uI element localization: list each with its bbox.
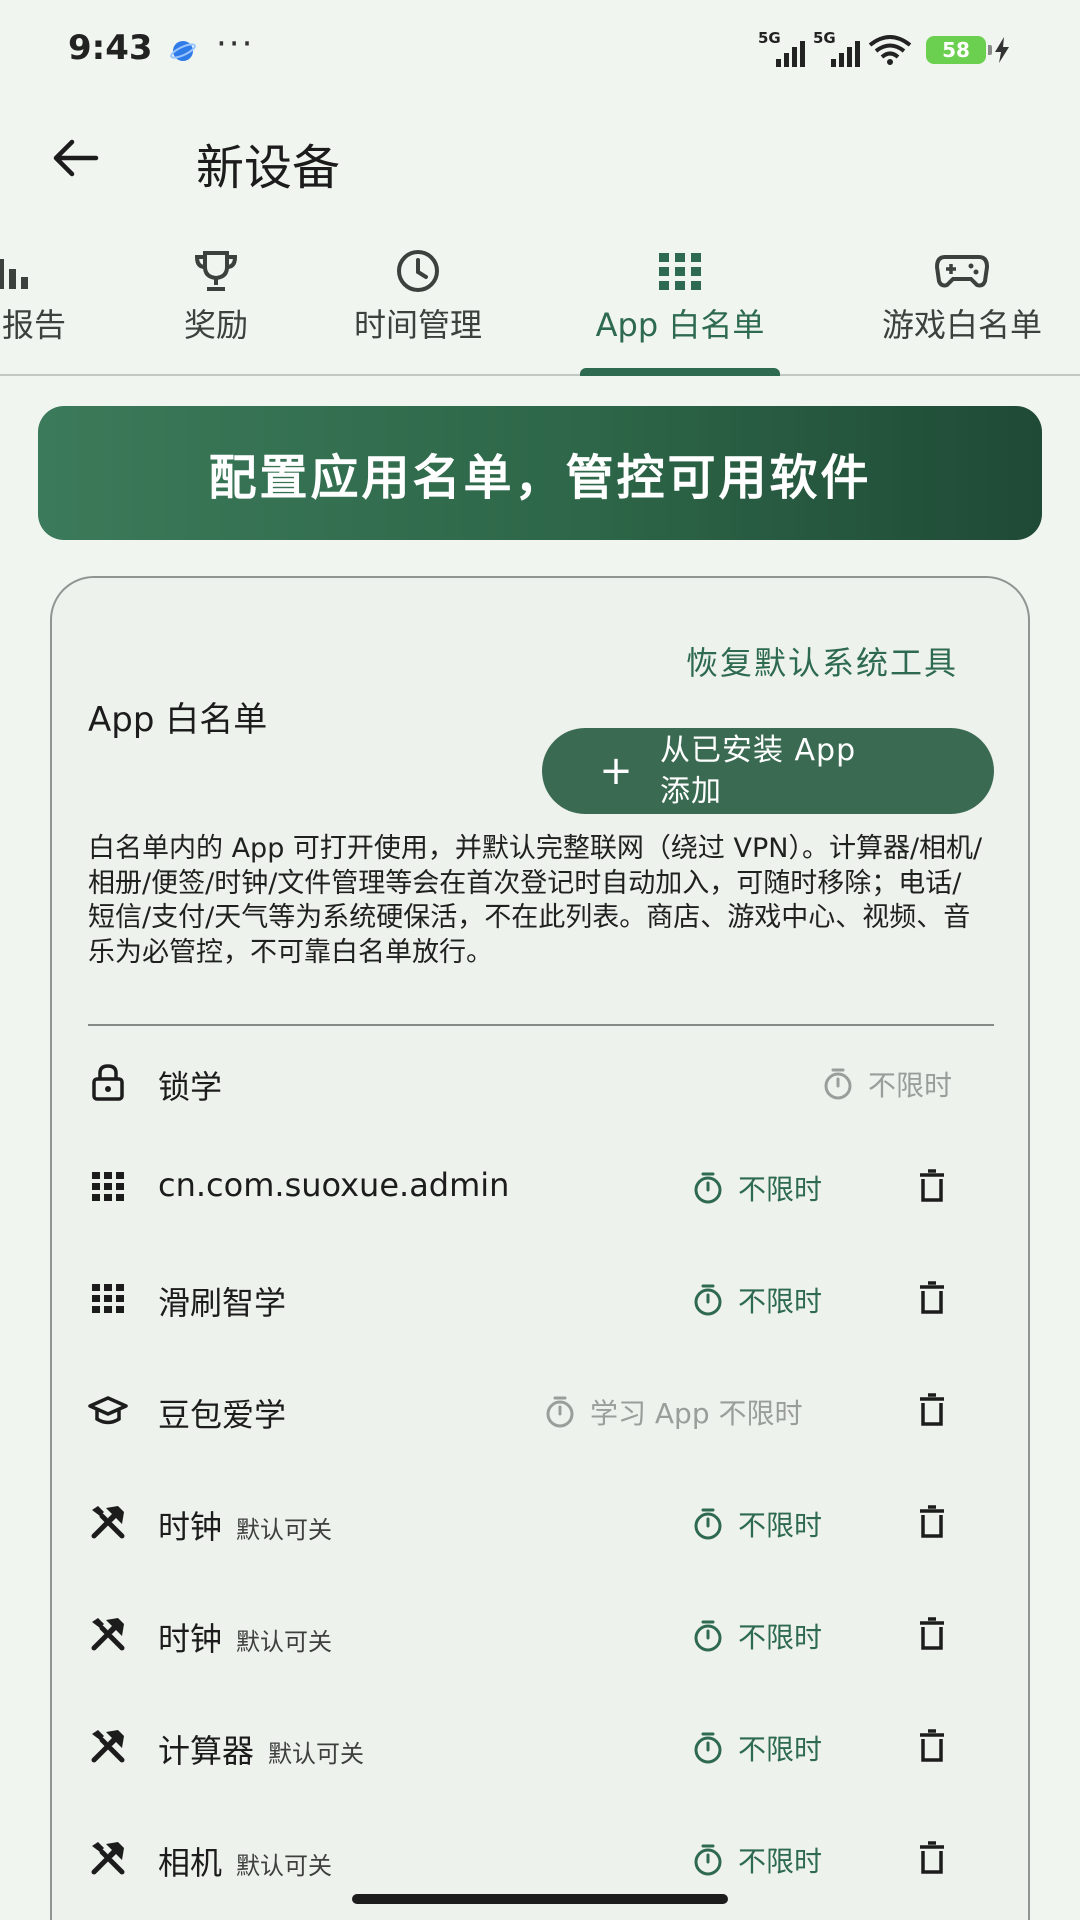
app-tag: 默认可关 xyxy=(236,1628,333,1656)
bar-chart-icon xyxy=(0,248,48,294)
page-title: 新设备 xyxy=(196,140,341,196)
app-tag: 默认可关 xyxy=(236,1852,333,1880)
whitelist-card: 恢复默认系统工具 App 白名单 + 从已安装 App 添加 白名单内的 App… xyxy=(50,576,1030,1920)
app-name: 滑刷智学 xyxy=(158,1284,287,1322)
timer-icon xyxy=(694,1172,722,1204)
app-tag: 默认可关 xyxy=(268,1740,365,1768)
trash-icon xyxy=(920,1281,944,1314)
trash-icon xyxy=(920,1505,944,1538)
delete-button[interactable] xyxy=(912,1276,952,1320)
wifi-icon xyxy=(868,35,912,65)
app-name: 计算器 默认可关 xyxy=(158,1732,365,1770)
timer-icon xyxy=(694,1732,722,1764)
grid-icon xyxy=(650,248,710,294)
tools-icon xyxy=(91,1842,125,1875)
timer-icon xyxy=(824,1068,852,1100)
list-item: 计算器 默认可关 不限时 xyxy=(52,1690,1032,1802)
tools-icon xyxy=(91,1730,125,1763)
delete-button[interactable] xyxy=(912,1388,952,1432)
trash-icon xyxy=(920,1617,944,1650)
gamepad-icon xyxy=(932,248,992,294)
time-limit[interactable]: 不限时 xyxy=(692,1504,822,1544)
tab-bar: 月报告 奖励 时间管理 App 白名单 游戏白名单 xyxy=(0,240,1080,376)
grid-icon xyxy=(92,1172,124,1201)
timer-icon xyxy=(546,1396,574,1428)
app-name: 时钟 默认可关 xyxy=(158,1508,333,1546)
status-indicators: 5G 5G 58 xyxy=(758,29,1010,70)
arrow-left-icon xyxy=(53,139,99,177)
status-bar: 9:43 ··· 5G 5G 58 xyxy=(0,0,1080,100)
tools-icon xyxy=(91,1618,125,1651)
list-item: 时钟 默认可关 不限时 xyxy=(52,1466,1032,1578)
lock-icon xyxy=(92,1064,124,1101)
timer-icon xyxy=(694,1284,722,1316)
time-limit[interactable]: 不限时 xyxy=(692,1728,822,1768)
promo-banner: 配置应用名单，管控可用软件 xyxy=(38,406,1042,540)
trophy-icon xyxy=(186,248,246,294)
tab-time-management[interactable]: 时间管理 xyxy=(330,240,506,376)
time-limit[interactable]: 不限时 xyxy=(692,1168,822,1208)
more-notifications-icon: ··· xyxy=(216,24,255,64)
tab-monthly-report[interactable]: 月报告 xyxy=(0,240,108,376)
whitelist-description: 白名单内的 App 可打开使用，并默认完整联网（绕过 VPN）。计算器/相机/相… xyxy=(88,833,983,968)
time-limit[interactable]: 不限时 xyxy=(822,1064,952,1104)
time-limit[interactable]: 不限时 xyxy=(692,1280,822,1320)
trash-icon xyxy=(920,1169,944,1202)
delete-button[interactable] xyxy=(912,1500,952,1544)
list-item: cn.com.suoxue.admin 不限时 xyxy=(52,1130,1032,1242)
tab-rewards[interactable]: 奖励 xyxy=(146,240,286,376)
status-time: 9:43 xyxy=(68,28,153,68)
app-name: 时钟 默认可关 xyxy=(158,1620,333,1658)
time-limit[interactable]: 不限时 xyxy=(692,1616,822,1656)
clock-icon xyxy=(388,248,448,294)
time-limit[interactable]: 不限时 xyxy=(692,1840,822,1880)
home-indicator[interactable] xyxy=(352,1894,728,1904)
delete-button[interactable] xyxy=(912,1612,952,1656)
back-button[interactable] xyxy=(48,130,104,186)
delete-button[interactable] xyxy=(912,1724,952,1768)
timer-icon xyxy=(694,1620,722,1652)
delete-button[interactable] xyxy=(912,1164,952,1208)
battery-indicator: 58 xyxy=(926,36,992,64)
grid-icon xyxy=(92,1284,124,1313)
list-item: 豆包爱学 学习 App 不限时 xyxy=(52,1354,1032,1466)
app-name: 相机 默认可关 xyxy=(158,1844,333,1882)
restore-default-tools-button[interactable]: 恢复默认系统工具 xyxy=(686,638,958,684)
app-name: 锁学 xyxy=(158,1068,223,1106)
add-from-installed-button[interactable]: + 从已安装 App 添加 xyxy=(542,728,994,814)
list-item: 滑刷智学 不限时 xyxy=(52,1242,1032,1354)
card-title: App 白名单 xyxy=(88,700,268,740)
trash-icon xyxy=(920,1729,944,1762)
app-name: 豆包爱学 xyxy=(158,1396,287,1434)
trash-icon xyxy=(920,1841,944,1874)
graduation-cap-icon xyxy=(88,1396,128,1425)
tools-icon xyxy=(91,1506,125,1539)
list-item: 时钟 默认可关 不限时 xyxy=(52,1578,1032,1690)
add-button-label: 从已安装 App 添加 xyxy=(660,733,857,809)
signal-icon: 5G xyxy=(758,29,805,67)
tab-game-whitelist[interactable]: 游戏白名单 xyxy=(862,240,1062,376)
app-name: cn.com.suoxue.admin xyxy=(158,1166,510,1204)
tab-app-whitelist[interactable]: App 白名单 xyxy=(572,240,788,376)
time-limit[interactable]: 学习 App 不限时 xyxy=(544,1392,803,1432)
banner-text: 配置应用名单，管控可用软件 xyxy=(208,450,872,506)
signal-icon: 5G xyxy=(813,29,860,67)
trash-icon xyxy=(920,1393,944,1426)
planet-icon xyxy=(170,41,196,61)
active-tab-indicator xyxy=(580,368,780,376)
list-item: 锁学 不限时 xyxy=(52,1026,1032,1138)
delete-button[interactable] xyxy=(912,1836,952,1880)
timer-icon xyxy=(694,1508,722,1540)
timer-icon xyxy=(694,1844,722,1876)
charging-icon xyxy=(995,37,1009,63)
plus-icon: + xyxy=(599,748,633,794)
app-tag: 默认可关 xyxy=(236,1516,333,1544)
app-bar: 新设备 xyxy=(0,100,1080,220)
